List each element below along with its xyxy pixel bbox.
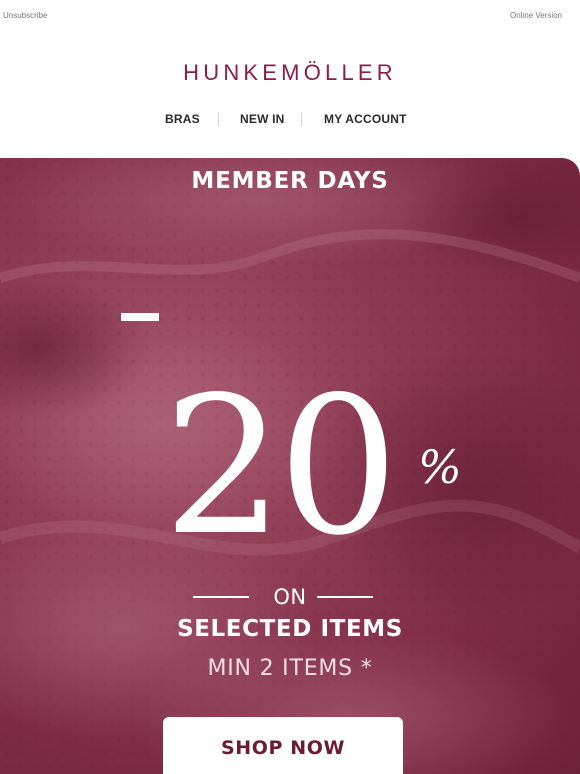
nav-item-new-in[interactable]: NEW IN	[240, 112, 285, 126]
online-version-link[interactable]: Online Version	[510, 11, 562, 20]
selected-items-label: SELECTED ITEMS	[177, 616, 403, 642]
top-links-bar: Unsubscribe Online Version	[0, 0, 580, 32]
discount-number: 20	[163, 356, 399, 577]
on-row: ON	[0, 585, 580, 609]
unsubscribe-link[interactable]: Unsubscribe	[3, 11, 47, 20]
main-nav: BRAS NEW IN MY ACCOUNT	[0, 112, 580, 128]
discount-minus	[121, 313, 159, 321]
nav-item-bras[interactable]: BRAS	[165, 112, 200, 126]
shop-now-button[interactable]: SHOP NOW	[163, 717, 403, 774]
hero-title: MEMBER DAYS	[191, 168, 389, 194]
brand-logo[interactable]: HUNKEMÖLLER	[0, 60, 580, 86]
minimum-items-condition: MIN 2 ITEMS *	[207, 656, 373, 681]
on-label: ON	[273, 585, 307, 609]
nav-item-my-account[interactable]: MY ACCOUNT	[324, 112, 407, 126]
nav-separator	[218, 113, 219, 126]
discount-percent-sign: %	[418, 440, 462, 494]
nav-separator	[301, 113, 302, 126]
divider-line	[317, 596, 373, 598]
